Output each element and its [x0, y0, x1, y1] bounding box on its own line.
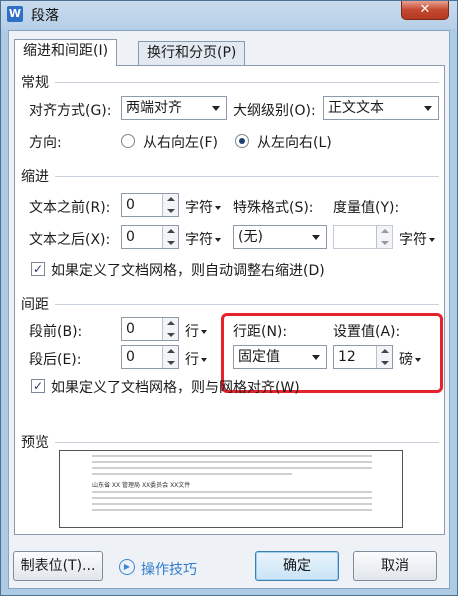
indent-grid-checkbox[interactable]: ✓ [31, 262, 45, 276]
tab-indent-spacing[interactable]: 缩进和间距(I) [14, 39, 118, 66]
preview-line [92, 455, 372, 457]
measure-input[interactable] [333, 225, 393, 249]
unit-text: 行 [185, 324, 199, 340]
alignment-value: 两端对齐 [126, 100, 182, 116]
ltr-label: 从左向右(L) [257, 135, 332, 151]
space-before-label: 段前(B): [29, 324, 83, 340]
indent-before-value: 0 [126, 197, 135, 213]
indent-grid-label: 如果定义了文档网格，则自动调整右缩进(D) [51, 263, 325, 279]
indent-after-value: 0 [126, 229, 135, 245]
tips-link[interactable]: 操作技巧 [141, 559, 197, 579]
indent-after-unit[interactable]: 字符 [185, 229, 221, 249]
spinner-buttons[interactable] [162, 226, 178, 248]
alignment-select[interactable]: 两端对齐 [121, 96, 227, 120]
special-format-select[interactable]: (无) [233, 225, 327, 249]
ltr-radio[interactable] [235, 134, 249, 148]
space-after-label: 段后(E): [29, 352, 82, 368]
cancel-button[interactable]: 取消 [353, 551, 437, 581]
play-icon[interactable]: ▶ [119, 559, 135, 575]
outline-level-value: 正文文本 [328, 100, 384, 116]
spin-down-icon [167, 361, 175, 365]
spin-up-icon [167, 197, 175, 201]
tab-panel: 常规 对齐方式(G): 两端对齐 大纲级别(O): 正文文本 方向: 从右向左(… [14, 65, 445, 535]
spinner-buttons[interactable] [376, 226, 392, 248]
chevron-down-icon [212, 106, 220, 111]
wps-writer-icon: W [7, 6, 23, 22]
unit-text: 字符 [185, 232, 213, 248]
measure-unit[interactable]: 字符 [399, 229, 435, 249]
outline-level-select[interactable]: 正文文本 [323, 96, 439, 120]
spin-up-icon [167, 349, 175, 353]
chevron-down-icon [312, 235, 320, 240]
direction-label: 方向: [29, 135, 62, 151]
space-before-unit[interactable]: 行 [185, 321, 207, 341]
unit-text: 行 [185, 352, 199, 368]
preview-line [92, 509, 372, 511]
preview-line [92, 473, 292, 475]
close-button[interactable]: ✕ [401, 1, 449, 20]
tab-line-page-breaks[interactable]: 换行和分页(P) [138, 41, 246, 65]
preview-line [92, 491, 372, 493]
section-general-title: 常规 [21, 75, 49, 91]
unit-text: 字符 [399, 232, 427, 248]
chevron-down-icon [429, 238, 435, 242]
chevron-down-icon [424, 106, 432, 111]
chevron-down-icon [215, 238, 221, 242]
preview-box: 山东省 XX 管理局 XX委员会 XX文件 [59, 450, 403, 528]
indent-after-input[interactable]: 0 [121, 225, 179, 249]
rtl-label: 从右向左(F) [143, 135, 218, 151]
section-divider [55, 304, 439, 305]
chevron-down-icon [215, 206, 221, 210]
section-divider [55, 176, 439, 177]
chevron-down-icon [201, 330, 207, 334]
spacing-grid-checkbox[interactable]: ✓ [31, 379, 45, 393]
section-indent-title: 缩进 [21, 169, 49, 185]
spin-up-icon [167, 229, 175, 233]
spin-up-icon [167, 321, 175, 325]
space-before-input[interactable]: 0 [121, 317, 179, 341]
spacing-grid-label: 如果定义了文档网格，则与网格对齐(W) [51, 380, 300, 396]
alignment-label: 对齐方式(G): [29, 103, 112, 119]
spin-up-icon [381, 229, 389, 233]
paragraph-dialog: W 段落 ✕ 缩进和间距(I) 换行和分页(P) 常规 对齐方式(G): 两端对… [0, 0, 458, 596]
special-format-label: 特殊格式(S): [233, 200, 314, 216]
space-after-unit[interactable]: 行 [185, 349, 207, 369]
dialog-title: 段落 [31, 8, 59, 24]
indent-before-unit[interactable]: 字符 [185, 197, 221, 217]
section-divider [55, 82, 439, 83]
dialog-body: 缩进和间距(I) 换行和分页(P) 常规 对齐方式(G): 两端对齐 大纲级别(… [8, 30, 450, 589]
rtl-radio[interactable] [121, 134, 135, 148]
preview-sample-text: 山东省 XX 管理局 XX委员会 XX文件 [92, 482, 191, 489]
measure-label: 度量值(Y): [333, 200, 400, 216]
spinner-buttons[interactable] [162, 194, 178, 216]
indent-before-input[interactable]: 0 [121, 193, 179, 217]
indent-after-label: 文本之后(X): [29, 232, 111, 248]
chevron-down-icon [201, 358, 207, 362]
preview-line [92, 461, 372, 463]
preview-line [92, 467, 372, 469]
title-bar[interactable]: W 段落 ✕ [1, 1, 457, 29]
spin-down-icon [381, 241, 389, 245]
ok-button[interactable]: 确定 [255, 551, 339, 581]
preview-line [92, 503, 372, 505]
indent-before-label: 文本之前(R): [29, 200, 111, 216]
space-after-value: 0 [126, 349, 135, 365]
spin-down-icon [167, 209, 175, 213]
preview-line [92, 497, 372, 499]
space-before-value: 0 [126, 321, 135, 337]
tab-stops-button[interactable]: 制表位(T)... [13, 551, 103, 581]
spin-down-icon [167, 241, 175, 245]
section-spacing-title: 间距 [21, 297, 49, 313]
space-after-input[interactable]: 0 [121, 345, 179, 369]
unit-text: 字符 [185, 200, 213, 216]
special-format-value: (无) [238, 229, 263, 245]
spinner-buttons[interactable] [162, 346, 178, 368]
section-divider [55, 442, 439, 443]
spin-down-icon [167, 333, 175, 337]
section-preview-title: 预览 [21, 435, 49, 451]
spinner-buttons[interactable] [162, 318, 178, 340]
outline-level-label: 大纲级别(O): [233, 103, 316, 119]
